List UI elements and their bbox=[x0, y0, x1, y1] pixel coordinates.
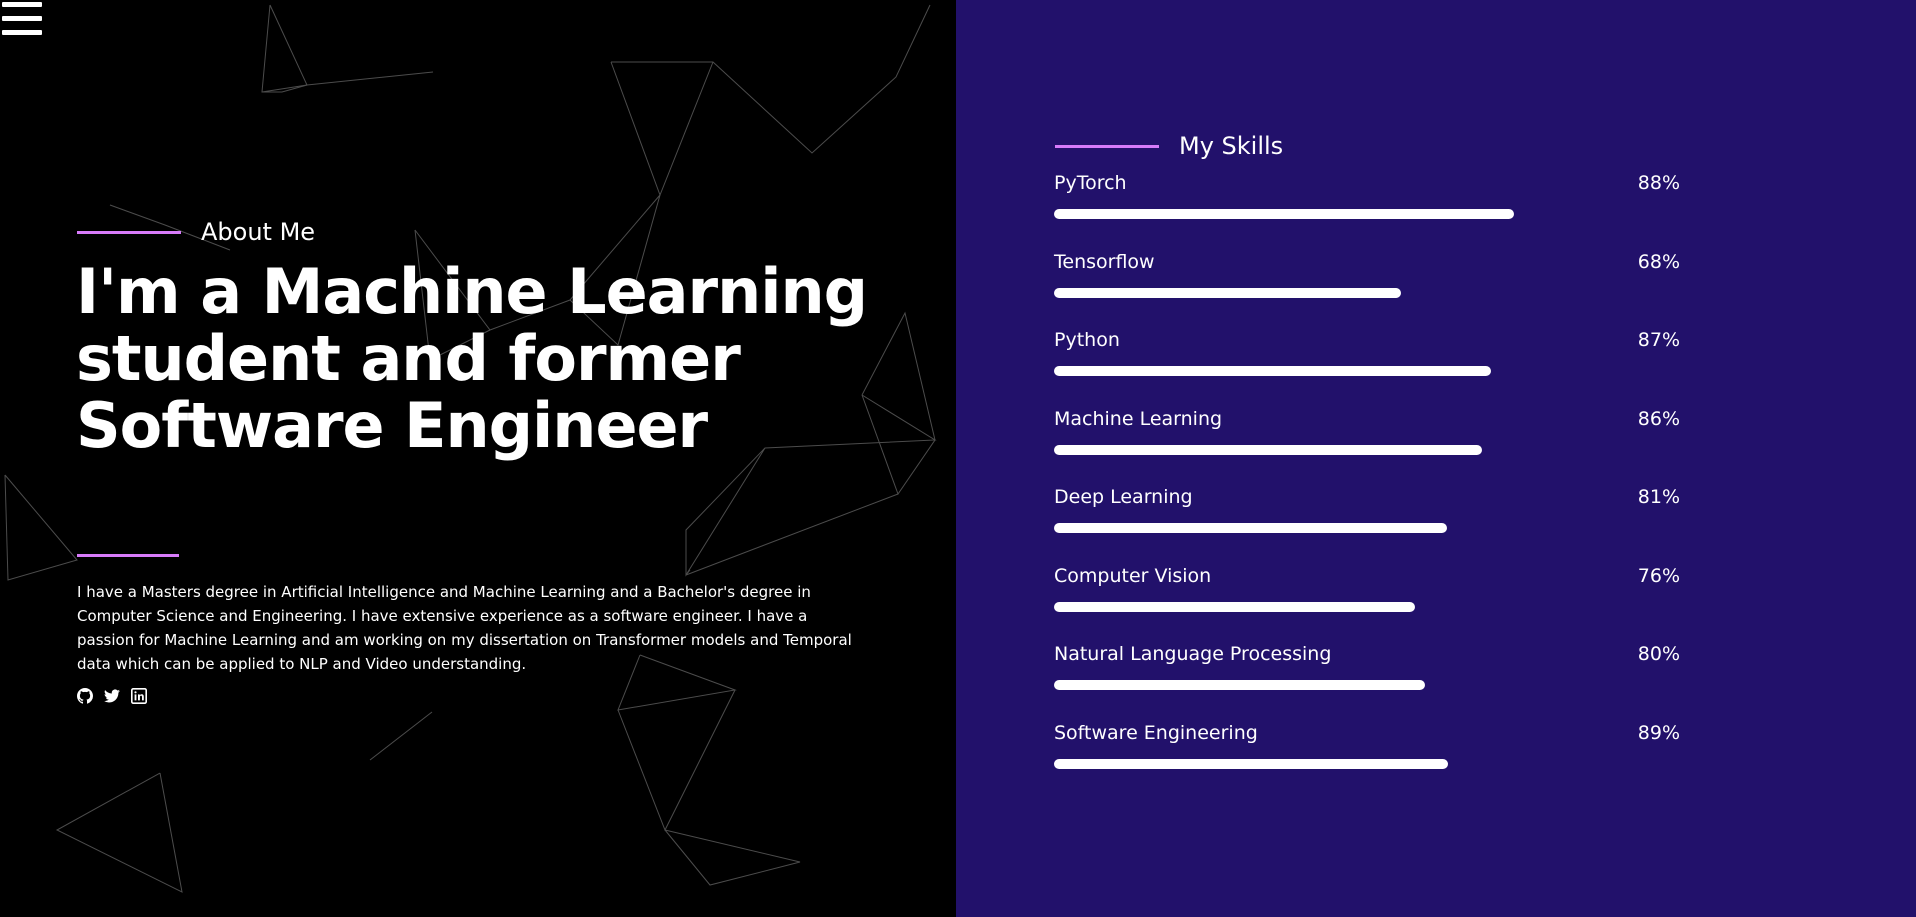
headline: I'm a Machine Learning student and forme… bbox=[76, 255, 868, 462]
headline-underline bbox=[77, 554, 179, 557]
portfolio-page: About Me I'm a Machine Learning student … bbox=[0, 0, 1916, 917]
twitter-icon[interactable] bbox=[104, 688, 120, 704]
menu-toggle-button[interactable] bbox=[2, 2, 42, 38]
skill-name: PyTorch bbox=[1054, 172, 1127, 194]
skill-progress-bar bbox=[1054, 601, 1415, 612]
linkedin-icon[interactable] bbox=[131, 688, 147, 704]
skill-progress-bar bbox=[1054, 444, 1482, 455]
skills-title: My Skills bbox=[1179, 132, 1284, 160]
skill-name: Software Engineering bbox=[1054, 721, 1258, 744]
bio-text: I have a Masters degree in Artificial In… bbox=[77, 583, 852, 673]
skill-progress-bar bbox=[1054, 209, 1514, 219]
skill-percent: 80% bbox=[1637, 643, 1680, 665]
about-heading: About Me bbox=[77, 218, 315, 246]
skill-name: Natural Language Processing bbox=[1054, 643, 1332, 665]
skill-percent: 87% bbox=[1637, 329, 1680, 351]
skill-percent: 86% bbox=[1637, 407, 1680, 430]
skill-percent: 76% bbox=[1637, 564, 1680, 587]
social-links bbox=[77, 688, 147, 704]
skill-percent: 68% bbox=[1637, 250, 1680, 273]
skill-name: Python bbox=[1054, 329, 1120, 351]
skill-progress-bar bbox=[1054, 758, 1448, 769]
skills-heading: My Skills bbox=[1055, 132, 1283, 160]
about-label: About Me bbox=[201, 218, 316, 246]
github-icon[interactable] bbox=[77, 688, 93, 704]
skill-progress-bar bbox=[1054, 366, 1491, 376]
skill-name: Deep Learning bbox=[1054, 486, 1193, 508]
about-section: About Me I'm a Machine Learning student … bbox=[0, 0, 956, 917]
skill-percent: 88% bbox=[1637, 172, 1680, 194]
skill-percent: 89% bbox=[1637, 721, 1680, 744]
skill-percent: 81% bbox=[1637, 486, 1680, 508]
skill-name: Tensorflow bbox=[1054, 250, 1155, 273]
accent-line bbox=[1055, 144, 1159, 148]
skill-name: Computer Vision bbox=[1054, 564, 1212, 587]
accent-line bbox=[77, 230, 181, 234]
skill-progress-bar bbox=[1054, 523, 1447, 533]
skill-name: Machine Learning bbox=[1054, 407, 1223, 430]
skill-progress-bar bbox=[1054, 680, 1425, 690]
skill-progress-bar bbox=[1054, 287, 1401, 298]
